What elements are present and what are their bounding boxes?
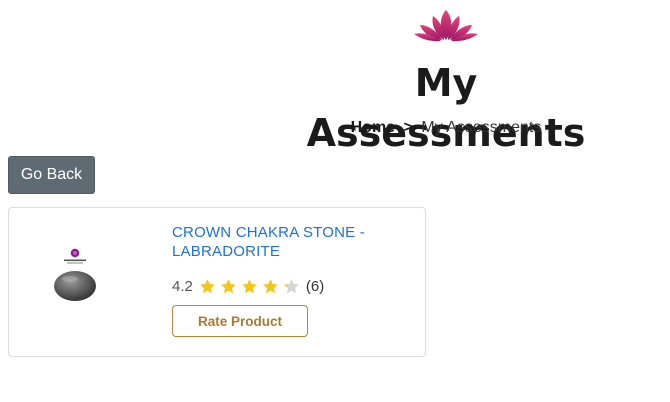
star-partial-icon: [284, 278, 299, 293]
star-filled-icon: [200, 278, 215, 293]
breadcrumb: Home > My Assessments: [270, 118, 622, 138]
lotus-icon: [414, 10, 478, 42]
breadcrumb-separator: >: [403, 119, 413, 136]
product-image[interactable]: [47, 246, 105, 308]
product-rating: 4.2 (6): [172, 276, 324, 296]
star-filled-icon: [221, 278, 236, 293]
go-back-button[interactable]: Go Back: [8, 156, 95, 194]
product-name-link[interactable]: CROWN CHAKRA STONE - LABRADORITE: [172, 223, 402, 261]
rate-product-button[interactable]: Rate Product: [172, 305, 308, 337]
star-filled-icon: [263, 278, 278, 293]
page-title: My Assessments: [306, 61, 586, 155]
rating-value: 4.2: [172, 277, 193, 295]
breadcrumb-home-link[interactable]: Home: [351, 119, 395, 136]
page: My Assessments Home > My Assessments Go …: [0, 0, 670, 402]
review-count: (6): [305, 277, 325, 295]
breadcrumb-current: My Assessments: [421, 119, 542, 136]
product-card: CROWN CHAKRA STONE - LABRADORITE 4.2 (6)…: [8, 207, 426, 357]
star-filled-icon: [242, 278, 257, 293]
